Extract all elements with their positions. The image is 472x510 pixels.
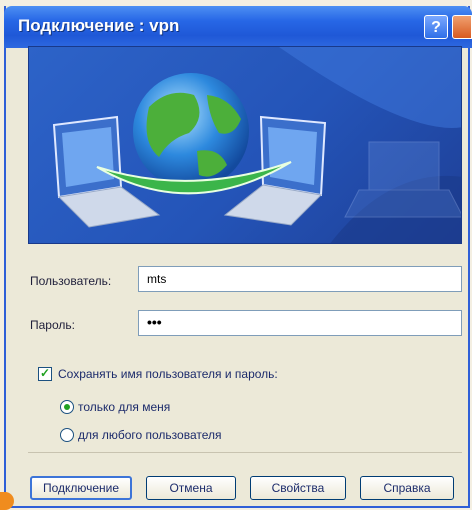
properties-button[interactable]: Свойства xyxy=(250,476,346,500)
password-field[interactable]: ••• xyxy=(138,310,462,336)
save-credentials-label[interactable]: Сохранять имя пользователя и пароль: xyxy=(58,367,278,381)
radio-selected-dot xyxy=(64,404,70,410)
radio-only-me-label[interactable]: только для меня xyxy=(78,400,170,414)
checkmark-icon: ✓ xyxy=(40,366,51,380)
username-field[interactable]: mts xyxy=(138,266,462,292)
divider xyxy=(28,452,462,453)
network-banner xyxy=(28,46,462,244)
save-credentials-checkbox[interactable]: ✓ xyxy=(38,366,52,381)
radio-any-user-label[interactable]: для любого пользователя xyxy=(78,428,222,442)
window-title: Подключение : vpn xyxy=(18,16,180,35)
cancel-button[interactable]: Отмена xyxy=(146,476,236,500)
network-globe-laptops-icon xyxy=(52,47,461,243)
radio-any-user[interactable] xyxy=(60,428,74,442)
user-label: Пользователь: xyxy=(30,274,112,288)
titlebar[interactable]: Подключение : vpn ? xyxy=(4,6,472,48)
close-button[interactable] xyxy=(452,15,472,39)
help-dialog-button[interactable]: Справка xyxy=(360,476,454,500)
password-label: Пароль: xyxy=(30,318,75,332)
connect-button[interactable]: Подключение xyxy=(30,476,132,500)
help-button[interactable]: ? xyxy=(424,15,448,39)
radio-only-me[interactable] xyxy=(60,400,74,414)
